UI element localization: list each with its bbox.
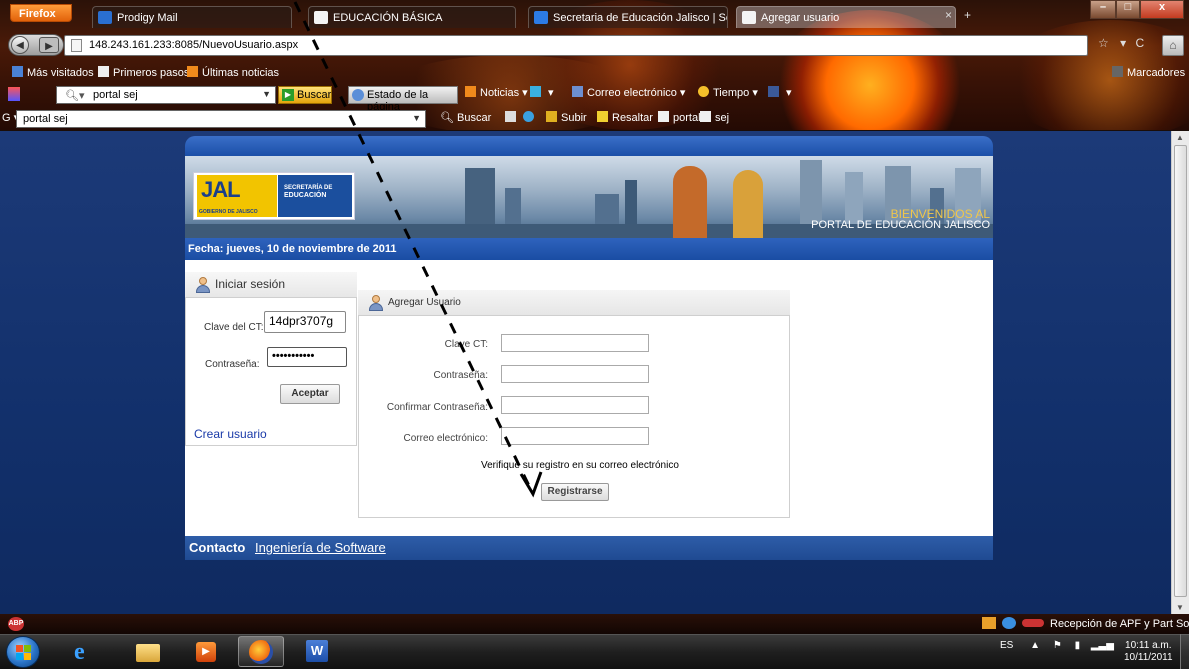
adblock-icon[interactable]: ABP bbox=[8, 617, 24, 631]
taskbar-media[interactable]: ▶ bbox=[184, 636, 230, 667]
chevron-up-icon[interactable]: ▲ bbox=[1030, 640, 1040, 651]
network-icon[interactable]: ▮ bbox=[1075, 640, 1081, 651]
word-icon: W bbox=[306, 640, 328, 662]
system-clock[interactable]: 10:11 a.m. 10/11/2011 bbox=[1124, 640, 1173, 664]
show-desktop-button[interactable] bbox=[1180, 634, 1189, 669]
annotation-arrow bbox=[293, 1, 543, 498]
windows-logo-icon bbox=[16, 645, 32, 661]
status-bar: ABP Recepción de APF y Part Soc bbox=[0, 614, 1189, 634]
signal-icon[interactable]: ▂▃▅ bbox=[1091, 640, 1114, 651]
media-player-icon: ▶ bbox=[196, 642, 216, 662]
ingenieria-link[interactable]: Ingeniería de Software bbox=[255, 540, 386, 555]
globe-icon[interactable] bbox=[1002, 617, 1016, 629]
ribbon-icon[interactable] bbox=[1022, 619, 1044, 627]
firefox-icon bbox=[249, 640, 273, 664]
taskbar-word[interactable]: W bbox=[294, 636, 340, 667]
contacto-label: Contacto bbox=[189, 540, 246, 555]
flag-icon[interactable]: ⚑ bbox=[1053, 640, 1062, 651]
system-tray: ES ▲ ⚑ ▮ ▂▃▅ bbox=[1000, 640, 1114, 651]
clock-time: 10:11 a.m. bbox=[1125, 640, 1172, 651]
taskbar-firefox[interactable] bbox=[238, 636, 284, 667]
start-button[interactable] bbox=[6, 636, 40, 668]
taskbar-explorer[interactable] bbox=[124, 636, 170, 667]
status-right-text: Recepción de APF y Part Soc bbox=[1050, 618, 1189, 630]
extension-icon[interactable] bbox=[982, 617, 996, 629]
language-indicator[interactable]: ES bbox=[1000, 640, 1013, 651]
taskbar-ie[interactable]: e bbox=[62, 636, 108, 667]
site-footer: Contacto Ingeniería de Software bbox=[185, 536, 993, 560]
folder-icon bbox=[136, 644, 160, 662]
clock-date: 10/11/2011 bbox=[1124, 652, 1173, 663]
internet-explorer-icon: e bbox=[74, 639, 85, 665]
